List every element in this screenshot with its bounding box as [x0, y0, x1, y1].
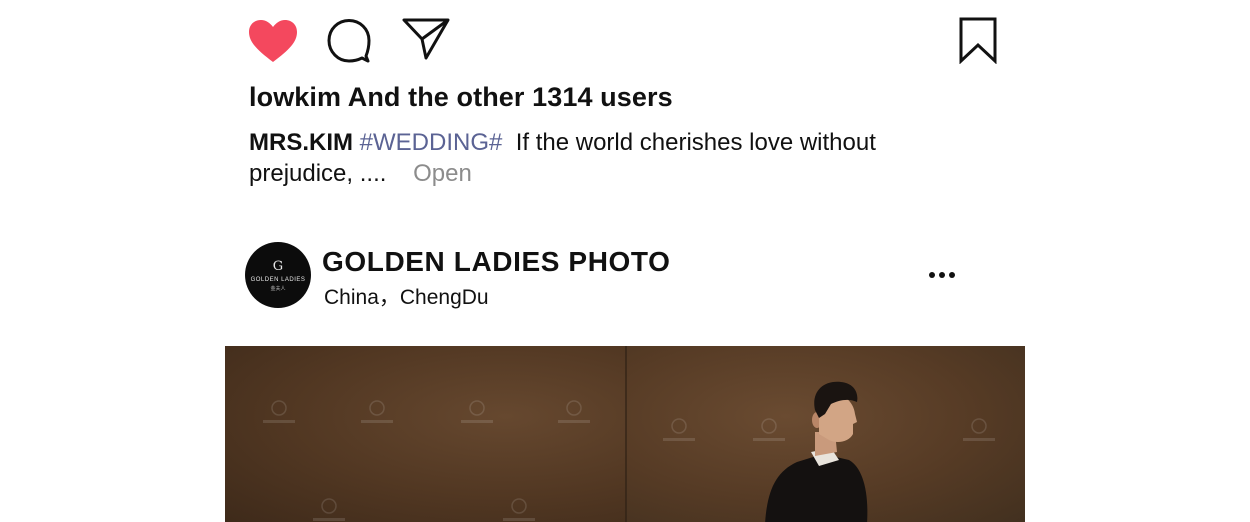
watermark-icon	[461, 400, 493, 423]
watermark-icon	[503, 498, 535, 521]
paper-plane-icon	[402, 18, 450, 60]
photo-left-panel	[225, 346, 626, 522]
save-button[interactable]	[958, 16, 998, 64]
more-options-button[interactable]	[922, 260, 962, 290]
caption-author[interactable]: MRS.KIM	[249, 129, 353, 156]
likes-summary[interactable]: lowkim And the other 1314 users	[249, 82, 673, 113]
photo-divider	[625, 346, 627, 522]
heart-icon	[249, 20, 297, 62]
watermark-icon	[963, 418, 995, 441]
avatar-monogram: G	[272, 259, 284, 274]
ellipsis-dot-icon	[939, 272, 945, 278]
post-photo[interactable]	[225, 346, 1025, 522]
bookmark-icon	[959, 17, 997, 64]
account-avatar[interactable]: G GOLDEN LADIES 金夫人	[245, 242, 311, 308]
post-location[interactable]: China，ChengDu	[324, 281, 489, 311]
avatar-sub-text: 金夫人	[270, 286, 286, 292]
ellipsis-dot-icon	[929, 272, 935, 278]
ellipsis-dot-icon	[949, 272, 955, 278]
post-caption: MRS.KIM #WEDDING# If the world cherishes…	[249, 127, 949, 189]
watermark-icon	[313, 498, 345, 521]
caption-open-link[interactable]: Open	[413, 160, 472, 187]
watermark-icon	[361, 400, 393, 423]
avatar-brand-text: GOLDEN LADIES	[250, 277, 306, 283]
share-button[interactable]	[402, 17, 450, 61]
caption-hashtag[interactable]: #WEDDING#	[360, 129, 503, 156]
groom-figure	[765, 381, 868, 522]
watermark-icon	[263, 400, 295, 423]
account-name[interactable]: GOLDEN LADIES PHOTO	[322, 246, 670, 278]
watermark-icon	[558, 400, 590, 423]
comment-icon	[327, 19, 371, 63]
comment-button[interactable]	[326, 18, 372, 64]
like-button[interactable]	[247, 18, 299, 64]
watermark-icon	[663, 418, 695, 441]
